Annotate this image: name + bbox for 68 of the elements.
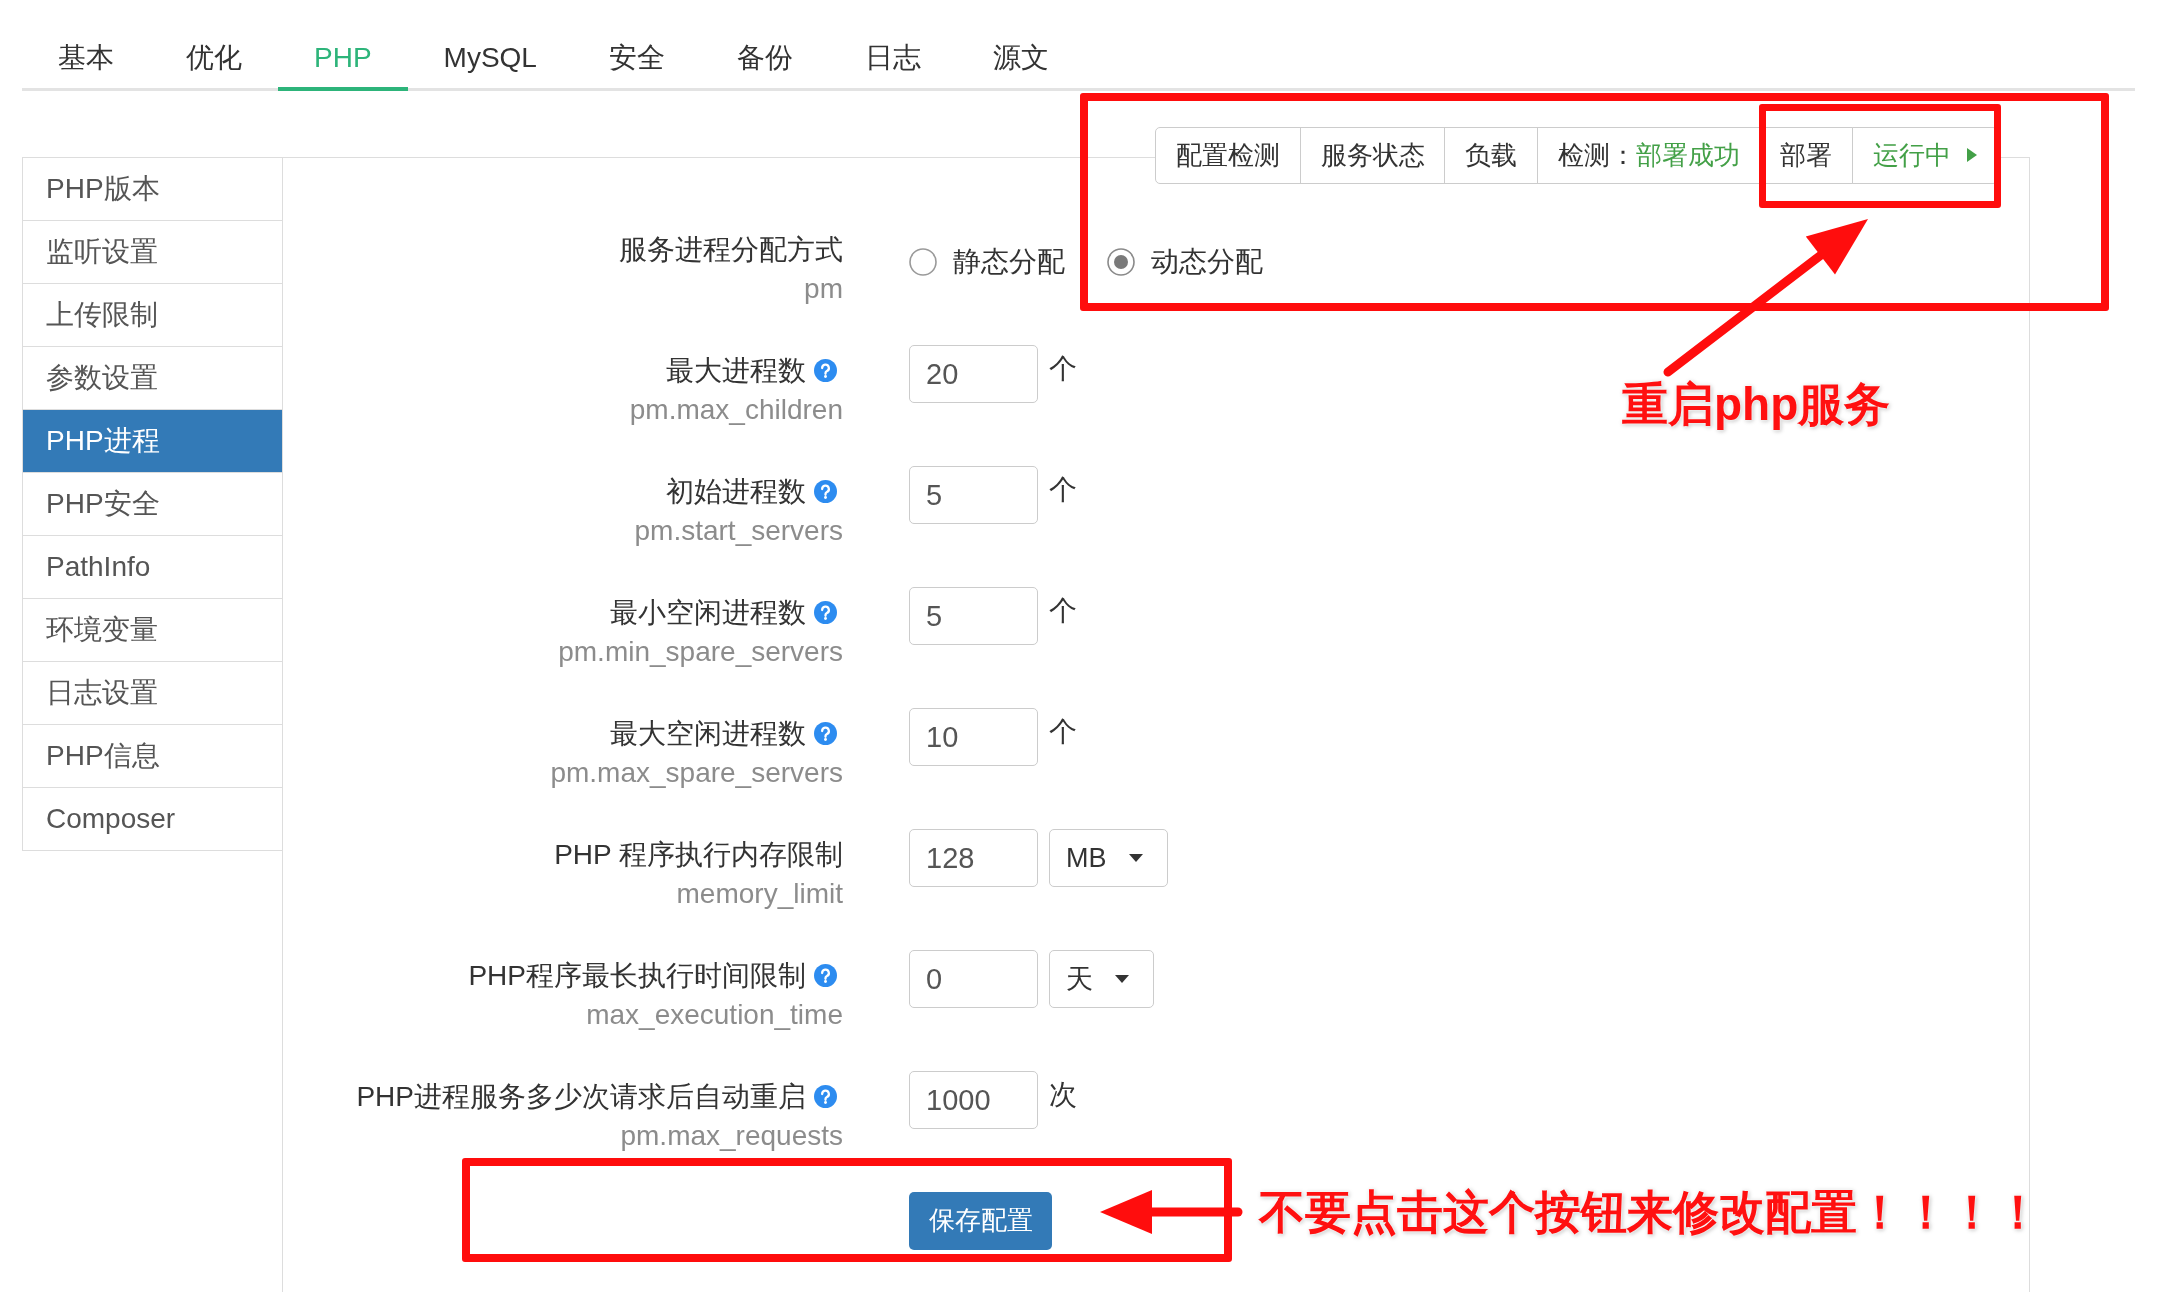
radio-label[interactable]: 静态分配	[953, 242, 1065, 281]
config-key-label: pm.max_requests	[620, 1119, 843, 1153]
field-label: 最大空闲进程数	[610, 716, 806, 751]
number-input[interactable]: 0	[909, 950, 1038, 1008]
save-button[interactable]: 保存配置	[909, 1191, 1052, 1250]
status-value: 部署成功	[1635, 138, 1740, 172]
sidebar-item[interactable]: PathInfo	[23, 536, 282, 599]
sidebar-item[interactable]: PHP进程	[23, 410, 282, 473]
sidebar-item[interactable]: 日志设置	[23, 662, 282, 725]
help-icon[interactable]	[814, 601, 837, 624]
number-input[interactable]: 20	[909, 345, 1038, 403]
unit-label: 个	[1049, 473, 1077, 507]
config-key-label: pm	[804, 272, 843, 306]
nav-tab[interactable]: 备份	[700, 38, 829, 91]
config-key-label: pm.min_spare_servers	[558, 635, 843, 669]
nav-tab[interactable]: MySQL	[407, 38, 573, 91]
config-key-label: pm.start_servers	[634, 514, 843, 548]
help-icon[interactable]	[814, 964, 837, 987]
field-label: 服务进程分配方式	[619, 232, 843, 267]
caret-down-icon	[1115, 975, 1129, 983]
sidebar-item[interactable]: Composer	[23, 788, 282, 851]
number-input[interactable]: 10	[909, 708, 1038, 766]
sidebar-item[interactable]: 监听设置	[23, 221, 282, 284]
help-icon[interactable]	[814, 1085, 837, 1108]
config-key-label: pm.max_spare_servers	[550, 756, 843, 790]
nav-tab[interactable]: 安全	[572, 38, 701, 91]
number-input[interactable]: 5	[909, 587, 1038, 645]
number-input[interactable]: 128	[909, 829, 1038, 887]
config-key-label: memory_limit	[676, 877, 843, 911]
unit-label: 个	[1049, 594, 1077, 628]
radio-label[interactable]: 动态分配	[1151, 242, 1263, 281]
help-icon[interactable]	[814, 722, 837, 745]
unit-select[interactable]: MB	[1049, 829, 1168, 887]
field-label: 最小空闲进程数	[610, 595, 806, 630]
unit-label: 次	[1049, 1078, 1077, 1112]
nav-tab[interactable]: 基本	[22, 38, 150, 91]
field-label: PHP 程序执行内存限制	[554, 837, 843, 872]
sidebar-item[interactable]: PHP版本	[23, 158, 282, 221]
unit-label: 个	[1049, 352, 1077, 386]
help-icon[interactable]	[814, 480, 837, 503]
radio-button[interactable]	[1107, 247, 1135, 276]
number-input[interactable]: 5	[909, 466, 1038, 524]
status-label: 检测：	[1557, 138, 1636, 172]
config-key-label: pm.max_children	[629, 393, 843, 427]
config-key-label: max_execution_time	[586, 998, 843, 1032]
unit-select[interactable]: 天	[1049, 950, 1154, 1008]
toolbar-button[interactable]: 配置检测	[1155, 126, 1301, 184]
field-label: PHP进程服务多少次请求后自动重启	[356, 1079, 806, 1114]
annotation-text: 不要点击这个按钮来修改配置！！！！	[1259, 1186, 2041, 1238]
nav-tab[interactable]: 源文	[956, 38, 1085, 91]
nav-tab[interactable]: 日志	[828, 38, 957, 91]
radio-button[interactable]	[909, 247, 937, 276]
caret-down-icon	[1128, 854, 1143, 862]
caret-right-icon	[1966, 148, 1977, 162]
sidebar-item[interactable]: PHP信息	[23, 725, 282, 788]
sidebar-item[interactable]: 环境变量	[23, 599, 282, 662]
field-label: PHP程序最长执行时间限制	[468, 958, 806, 993]
field-label: 初始进程数	[666, 474, 806, 509]
annotation-text: 重启php服务	[1622, 378, 1891, 430]
nav-tab[interactable]: 优化	[150, 38, 278, 91]
sidebar-item[interactable]: PHP安全	[23, 473, 282, 536]
sidebar-item[interactable]: 上传限制	[23, 284, 282, 347]
unit-label: 个	[1049, 715, 1077, 749]
field-label: 最大进程数	[666, 353, 806, 388]
toolbar-button[interactable]: 负载	[1444, 126, 1538, 184]
toolbar-button[interactable]: 服务状态	[1299, 126, 1446, 184]
number-input[interactable]: 1000	[909, 1071, 1038, 1129]
help-icon[interactable]	[814, 359, 837, 382]
